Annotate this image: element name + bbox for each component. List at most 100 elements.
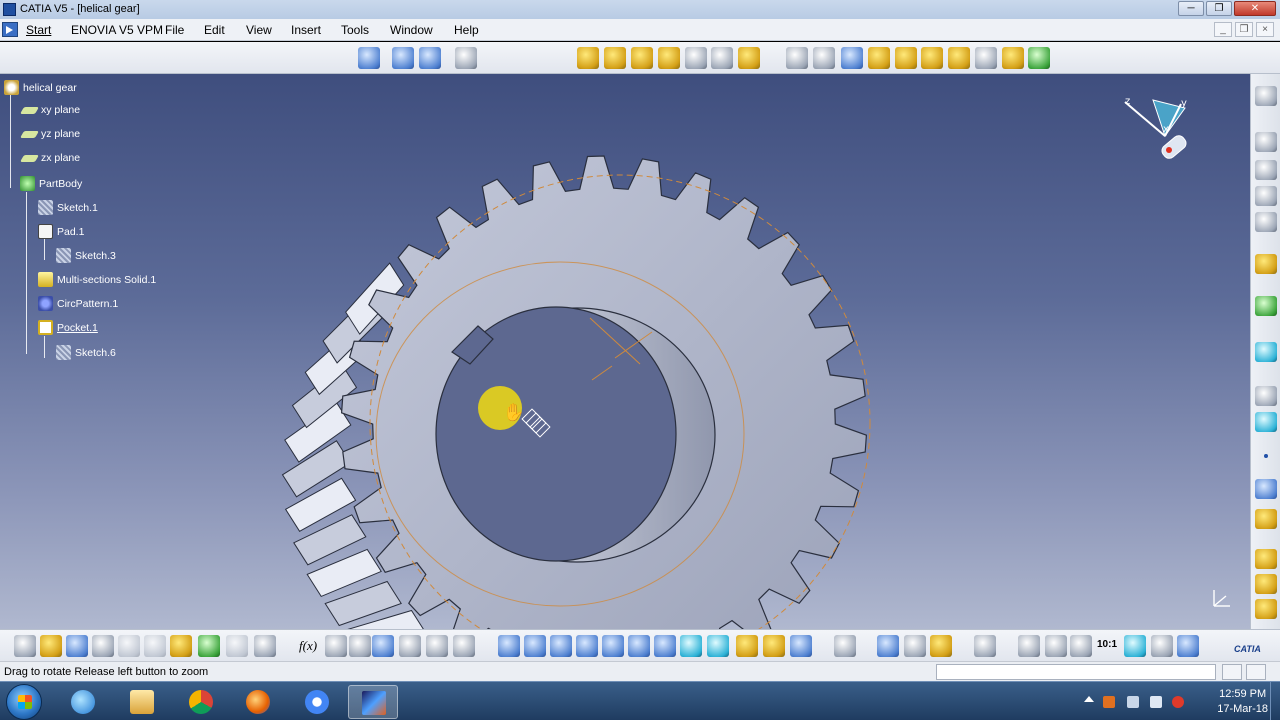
rib-icon[interactable] [658, 47, 680, 69]
apply-material-icon[interactable] [1255, 549, 1277, 569]
formula-button[interactable]: f(x) [299, 638, 317, 654]
3d-viewport[interactable]: ✋ z y x helical gear xy plane yz plane z… [0, 74, 1280, 629]
cut-icon[interactable] [118, 635, 140, 657]
sketcher-icon[interactable] [1255, 296, 1277, 316]
network-icon[interactable] [1150, 696, 1162, 708]
render-icon[interactable] [1255, 574, 1277, 594]
translate-icon[interactable] [1002, 47, 1024, 69]
tree-item-partbody[interactable]: PartBody [20, 176, 82, 191]
file-explorer-taskbar-button[interactable] [117, 685, 167, 719]
remove-face-icon[interactable] [948, 47, 970, 69]
pan-icon[interactable] [550, 635, 572, 657]
select-arrow-icon[interactable] [1255, 254, 1277, 274]
tools-icon[interactable] [1151, 635, 1173, 657]
sensor-icon[interactable] [349, 635, 371, 657]
measure-item-icon[interactable] [904, 635, 926, 657]
plane-tool-icon[interactable] [1255, 412, 1277, 432]
menu-edit[interactable]: Edit [204, 23, 225, 37]
show-hidden-icons-icon[interactable] [1084, 696, 1094, 702]
grid-icon[interactable] [372, 635, 394, 657]
redo-icon[interactable] [226, 635, 248, 657]
fit-all-icon[interactable] [455, 47, 477, 69]
zoom-out-icon[interactable] [628, 635, 650, 657]
sketch-analysis-icon[interactable] [392, 47, 414, 69]
multi-section-icon[interactable] [685, 47, 707, 69]
menu-start[interactable]: Start [26, 23, 51, 37]
normal-view-icon[interactable] [654, 635, 676, 657]
whats-this-icon[interactable] [254, 635, 276, 657]
paste-icon[interactable] [170, 635, 192, 657]
hole-icon[interactable] [711, 47, 733, 69]
constraint-icon[interactable] [419, 47, 441, 69]
axis-tool-icon[interactable] [1070, 635, 1092, 657]
analysis-icon[interactable] [358, 47, 380, 69]
catalog-icon[interactable] [426, 635, 448, 657]
internet-explorer-taskbar-button[interactable] [58, 685, 108, 719]
doc-close-button[interactable]: × [1256, 22, 1274, 37]
show-desktop-button[interactable] [1270, 682, 1280, 720]
undo-icon[interactable] [198, 635, 220, 657]
tree-item-sketch-3[interactable]: Sketch.3 [56, 248, 116, 263]
shaft-icon[interactable] [631, 47, 653, 69]
close-button[interactable]: ✕ [1234, 1, 1276, 16]
doc-minimize-button[interactable]: _ [1214, 22, 1232, 37]
refresh-icon[interactable] [1018, 635, 1040, 657]
tree-item-zx-plane[interactable]: zx plane [19, 152, 80, 164]
ruler-icon[interactable] [399, 635, 421, 657]
draft-icon[interactable] [841, 47, 863, 69]
measure-inertia-icon[interactable] [930, 635, 952, 657]
swap-visible-space-icon[interactable] [790, 635, 812, 657]
hand-pan-icon[interactable] [1045, 635, 1067, 657]
tree-item-xy-plane[interactable]: xy plane [19, 104, 80, 116]
command-input[interactable] [936, 664, 1216, 680]
menu-view[interactable]: View [246, 23, 272, 37]
copy-icon[interactable] [144, 635, 166, 657]
doc-restore-button[interactable]: ❐ [1235, 22, 1253, 37]
tree-item-sketch-1[interactable]: Sketch.1 [38, 200, 98, 215]
compass-widget[interactable]: z y x [1115, 92, 1195, 167]
tray-app-icon[interactable] [1103, 696, 1115, 708]
rotate-icon[interactable] [576, 635, 598, 657]
menu-window[interactable]: Window [390, 23, 433, 37]
list-icon[interactable] [1177, 635, 1199, 657]
measure-icon[interactable] [1255, 342, 1277, 362]
capture-icon[interactable] [974, 635, 996, 657]
thread-icon[interactable] [921, 47, 943, 69]
restore-button[interactable]: ❐ [1206, 1, 1232, 16]
menu-help[interactable]: Help [454, 23, 479, 37]
chrome-alt-taskbar-button[interactable] [292, 685, 342, 719]
fillet-icon[interactable] [786, 47, 808, 69]
analysis-tool-icon[interactable] [1255, 599, 1277, 619]
minimize-button[interactable]: ─ [1178, 1, 1204, 16]
catia-taskbar-button[interactable] [348, 685, 398, 719]
menu-enovia[interactable]: ENOVIA V5 VPM [71, 23, 163, 37]
tray-flag-icon[interactable] [1127, 696, 1139, 708]
iso-view-icon[interactable] [707, 635, 729, 657]
new-icon[interactable] [14, 635, 36, 657]
volume-muted-icon[interactable] [1172, 696, 1184, 708]
workbench-icon[interactable] [1255, 212, 1277, 232]
workbench-icon[interactable] [1255, 186, 1277, 206]
firefox-taskbar-button[interactable] [233, 685, 283, 719]
fly-mode-icon[interactable] [498, 635, 520, 657]
workbench-icon[interactable] [1255, 160, 1277, 180]
print-icon[interactable] [92, 635, 114, 657]
fit-all-in-icon[interactable] [524, 635, 546, 657]
update-icon[interactable] [834, 635, 856, 657]
knowledge-icon[interactable] [453, 635, 475, 657]
zoom-in-icon[interactable] [602, 635, 624, 657]
line-icon[interactable] [1255, 479, 1277, 499]
mirror-icon[interactable] [1028, 47, 1050, 69]
system-clock[interactable]: 12:59 PM 17-Mar-18 [1217, 687, 1268, 717]
chrome-taskbar-button[interactable] [176, 685, 226, 719]
menu-file[interactable]: File [165, 23, 184, 37]
tree-item-multi-sections-solid[interactable]: Multi-sections Solid.1 [38, 272, 156, 287]
annotation-icon[interactable] [325, 635, 347, 657]
measure-between-icon[interactable] [877, 635, 899, 657]
replace-face-icon[interactable] [975, 47, 997, 69]
menu-tools[interactable]: Tools [341, 23, 369, 37]
shell-icon[interactable] [868, 47, 890, 69]
menu-insert[interactable]: Insert [291, 23, 321, 37]
pad-icon[interactable] [577, 47, 599, 69]
open-icon[interactable] [40, 635, 62, 657]
